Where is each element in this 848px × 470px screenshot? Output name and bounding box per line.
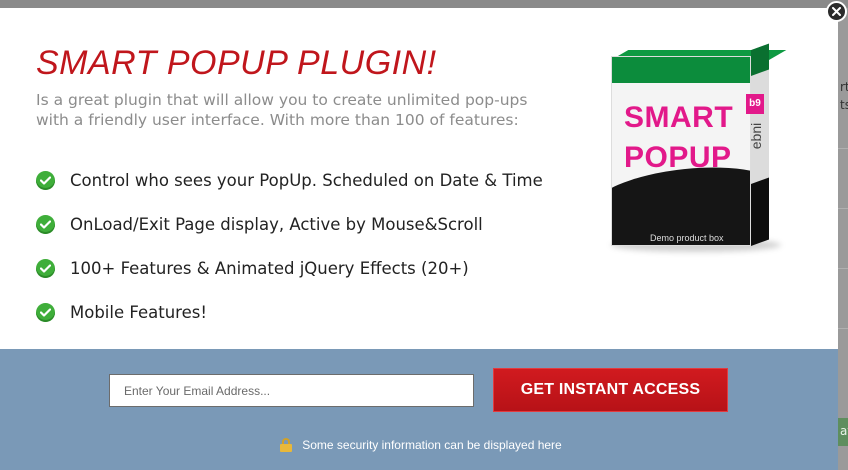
feature-text: Mobile Features! <box>70 302 207 322</box>
check-circle-icon <box>36 258 55 278</box>
background-divider <box>838 148 848 149</box>
feature-text: OnLoad/Exit Page display, Active by Mous… <box>70 214 483 234</box>
popup-description: Is a great plugin that will allow you to… <box>36 91 528 129</box>
security-note: Some security information can be display… <box>0 436 838 454</box>
product-box-image: SMART POPUP Demo product box b9 ebni <box>605 42 787 257</box>
product-box-caption: Demo product box <box>650 233 724 243</box>
close-icon <box>832 7 841 16</box>
background-text-fragment: rt <box>840 80 848 94</box>
check-circle-icon <box>36 302 55 322</box>
email-input[interactable] <box>109 374 474 407</box>
background-green-button: at <box>838 418 848 446</box>
lock-icon <box>280 438 293 452</box>
popup-dialog: SMART POPUP PLUGIN! Is a great plugin th… <box>0 8 838 470</box>
feature-text: Control who sees your PopUp. Scheduled o… <box>70 170 543 190</box>
product-box-green-band <box>612 57 750 83</box>
feature-item: OnLoad/Exit Page display, Active by Mous… <box>36 202 543 246</box>
background-divider <box>838 328 848 329</box>
background-divider <box>838 208 848 209</box>
feature-item: Mobile Features! <box>36 290 543 334</box>
product-box-word: POPUP <box>624 141 732 174</box>
popup-title: SMART POPUP PLUGIN! <box>36 44 437 82</box>
security-text: Some security information can be display… <box>302 438 562 452</box>
lock-body <box>280 444 293 452</box>
brand-text: ebni <box>748 122 764 150</box>
product-box-side-band <box>751 43 769 76</box>
background-text-fragment: ts <box>840 98 848 112</box>
check-circle-icon <box>36 170 55 190</box>
background-divider <box>838 268 848 269</box>
close-button[interactable] <box>826 1 847 22</box>
product-box-word: SMART <box>624 101 734 134</box>
product-box-brand: b9 ebni <box>746 94 766 160</box>
feature-item: Control who sees your PopUp. Scheduled o… <box>36 158 543 202</box>
product-box-front: SMART POPUP Demo product box <box>611 56 751 246</box>
background-text-fragment: at <box>840 424 848 438</box>
check-circle-icon <box>36 214 55 234</box>
feature-text: 100+ Features & Animated jQuery Effects … <box>70 258 469 278</box>
get-instant-access-button[interactable]: GET INSTANT ACCESS <box>493 368 728 412</box>
feature-item: 100+ Features & Animated jQuery Effects … <box>36 246 543 290</box>
feature-list: Control who sees your PopUp. Scheduled o… <box>36 158 543 334</box>
signup-footer: GET INSTANT ACCESS Some security informa… <box>0 349 838 470</box>
brand-badge: b9 <box>746 94 764 114</box>
product-box-side-base <box>751 177 769 247</box>
background-page-edge: rt ts at <box>838 8 848 470</box>
